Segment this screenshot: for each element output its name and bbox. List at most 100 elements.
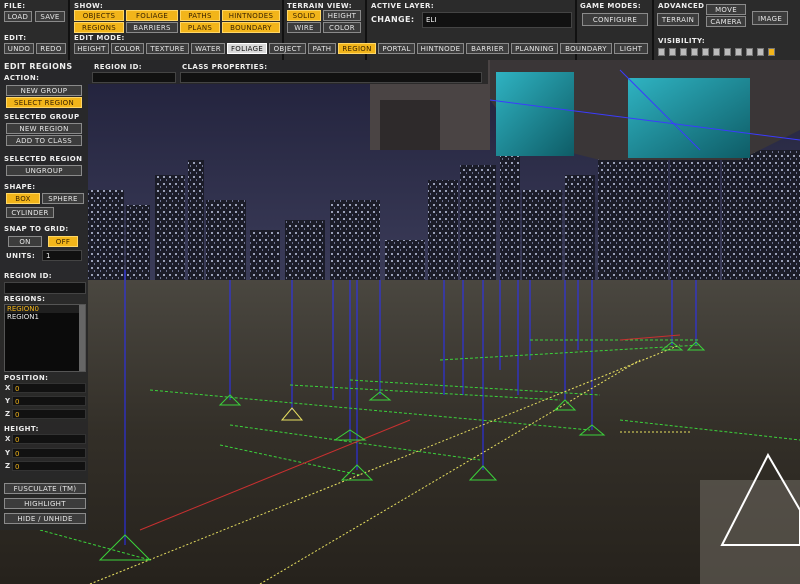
camera-button[interactable]: CAMERA (706, 16, 746, 27)
file-label: FILE: (4, 2, 26, 10)
position-y-field[interactable]: 0 (12, 396, 86, 406)
terrain-view-label: TERRAIN VIEW: (287, 2, 352, 10)
height-label: HEIGHT: (4, 425, 39, 433)
visibility-step[interactable] (768, 48, 775, 56)
show-paths-toggle[interactable]: PATHS (180, 10, 220, 21)
visibility-step[interactable] (757, 48, 764, 56)
edit-label: EDIT: (4, 34, 27, 42)
top-toolbar: FILE: LOAD SAVE EDIT: UNDO REDO SHOW: OB… (0, 0, 800, 60)
add-to-class-button[interactable]: ADD TO CLASS (6, 135, 82, 146)
snap-on-button[interactable]: ON (8, 236, 42, 247)
active-layer-field[interactable]: ELI (422, 12, 572, 28)
scene-viewport[interactable] (0, 0, 800, 584)
regions-list-scrollbar[interactable] (79, 305, 85, 371)
terrain-wire-button[interactable]: WIRE (287, 22, 321, 33)
height-z-field[interactable]: 0 (12, 461, 86, 471)
mode-boundary-button[interactable]: BOUNDARY (560, 43, 612, 54)
height-z-label: Z (5, 462, 11, 470)
action-label: ACTION: (4, 74, 40, 82)
visibility-step[interactable] (702, 48, 709, 56)
terrain-color-button[interactable]: COLOR (323, 22, 361, 33)
mode-barrier-button[interactable]: BARRIER (466, 43, 509, 54)
position-x-field[interactable]: 0 (12, 383, 86, 393)
list-item[interactable]: REGION0 (5, 305, 85, 313)
shape-label: SHAPE: (4, 183, 36, 191)
mode-light-button[interactable]: LIGHT (614, 43, 648, 54)
position-y-label: Y (5, 397, 11, 405)
mode-texture-button[interactable]: TEXTURE (146, 43, 189, 54)
undo-button[interactable]: UNDO (4, 43, 34, 54)
show-barriers-toggle[interactable]: BARRIERS (126, 22, 178, 33)
position-label: POSITION: (4, 374, 49, 382)
load-button[interactable]: LOAD (4, 11, 32, 22)
mode-planning-button[interactable]: PLANNING (511, 43, 558, 54)
edit-mode-label: EDIT MODE: (74, 34, 125, 42)
visibility-slider[interactable] (658, 47, 798, 57)
snap-off-button[interactable]: OFF (48, 236, 78, 247)
terrain-height-button[interactable]: HEIGHT (323, 10, 361, 21)
save-button[interactable]: SAVE (35, 11, 65, 22)
mode-water-button[interactable]: WATER (191, 43, 225, 54)
active-layer-label: ACTIVE LAYER: (371, 2, 435, 10)
terrain-button[interactable]: TERRAIN (657, 13, 699, 26)
hide-unhide-button[interactable]: HIDE / UNHIDE (4, 513, 86, 524)
select-region-button[interactable]: SELECT REGION (6, 97, 82, 108)
height-y-field[interactable]: 0 (12, 448, 86, 458)
highlight-button[interactable]: HIGHLIGHT (4, 498, 86, 509)
class-properties-field[interactable] (180, 72, 482, 83)
show-label: SHOW: (74, 2, 104, 10)
mode-region-button[interactable]: REGION (338, 43, 376, 54)
regions-label: REGIONS: (4, 295, 46, 303)
mode-foliage-button[interactable]: FOLIAGE (227, 43, 267, 54)
shape-sphere-button[interactable]: SPHERE (42, 193, 84, 204)
units-label: UNITS: (6, 252, 36, 260)
units-field[interactable]: 1 (42, 250, 82, 261)
position-z-field[interactable]: 0 (12, 409, 86, 419)
mode-color-button[interactable]: COLOR (111, 43, 144, 54)
image-button[interactable]: IMAGE (752, 11, 788, 25)
mode-height-button[interactable]: HEIGHT (74, 43, 109, 54)
mode-portal-button[interactable]: PORTAL (378, 43, 415, 54)
height-x-field[interactable]: 0 (12, 434, 86, 444)
show-plans-toggle[interactable]: PLANS (180, 22, 220, 33)
visibility-step[interactable] (724, 48, 731, 56)
mode-hintnode-button[interactable]: HINTNODE (417, 43, 464, 54)
visibility-step[interactable] (691, 48, 698, 56)
new-region-button[interactable]: NEW REGION (6, 123, 82, 134)
visibility-step[interactable] (746, 48, 753, 56)
visibility-step[interactable] (680, 48, 687, 56)
list-item[interactable]: REGION1 (5, 313, 85, 321)
configure-button[interactable]: CONFIGURE (582, 13, 648, 26)
position-x-label: X (5, 384, 11, 392)
visibility-label: VISIBILITY: (658, 37, 706, 45)
show-objects-toggle[interactable]: OBJECTS (74, 10, 124, 21)
visibility-step[interactable] (735, 48, 742, 56)
region-id-field[interactable] (4, 282, 86, 294)
shape-box-button[interactable]: BOX (6, 193, 40, 204)
show-boundary-toggle[interactable]: BOUNDARY (222, 22, 280, 33)
show-regions-toggle[interactable]: REGIONS (74, 22, 124, 33)
new-group-button[interactable]: NEW GROUP (6, 85, 82, 96)
visibility-step[interactable] (658, 48, 665, 56)
mode-path-button[interactable]: PATH (308, 43, 336, 54)
move-button[interactable]: MOVE (706, 4, 746, 15)
selected-region-label: SELECTED REGION (4, 155, 83, 163)
show-foliage-toggle[interactable]: FOLIAGE (126, 10, 178, 21)
region-id-header-field[interactable] (92, 72, 176, 83)
visibility-step[interactable] (669, 48, 676, 56)
fusculate-button[interactable]: FUSCULATE (TM) (4, 483, 86, 494)
position-z-label: Z (5, 410, 11, 418)
selected-group-label: SELECTED GROUP (4, 113, 80, 121)
shape-cylinder-button[interactable]: CYLINDER (6, 207, 54, 218)
game-modes-label: GAME MODES: (580, 2, 642, 10)
show-hintnodes-toggle[interactable]: HINTNODES (222, 10, 280, 21)
regions-list[interactable]: REGION0 REGION1 (4, 304, 86, 372)
ungroup-button[interactable]: UNGROUP (6, 165, 82, 176)
editor-root: FILE: LOAD SAVE EDIT: UNDO REDO SHOW: OB… (0, 0, 800, 584)
class-properties-header: CLASS PROPERTIES: (182, 63, 268, 71)
terrain-solid-button[interactable]: SOLID (287, 10, 321, 21)
visibility-step[interactable] (713, 48, 720, 56)
mode-object-button[interactable]: OBJECT (269, 43, 306, 54)
redo-button[interactable]: REDO (36, 43, 66, 54)
layer-change-label: CHANGE: (371, 15, 415, 24)
